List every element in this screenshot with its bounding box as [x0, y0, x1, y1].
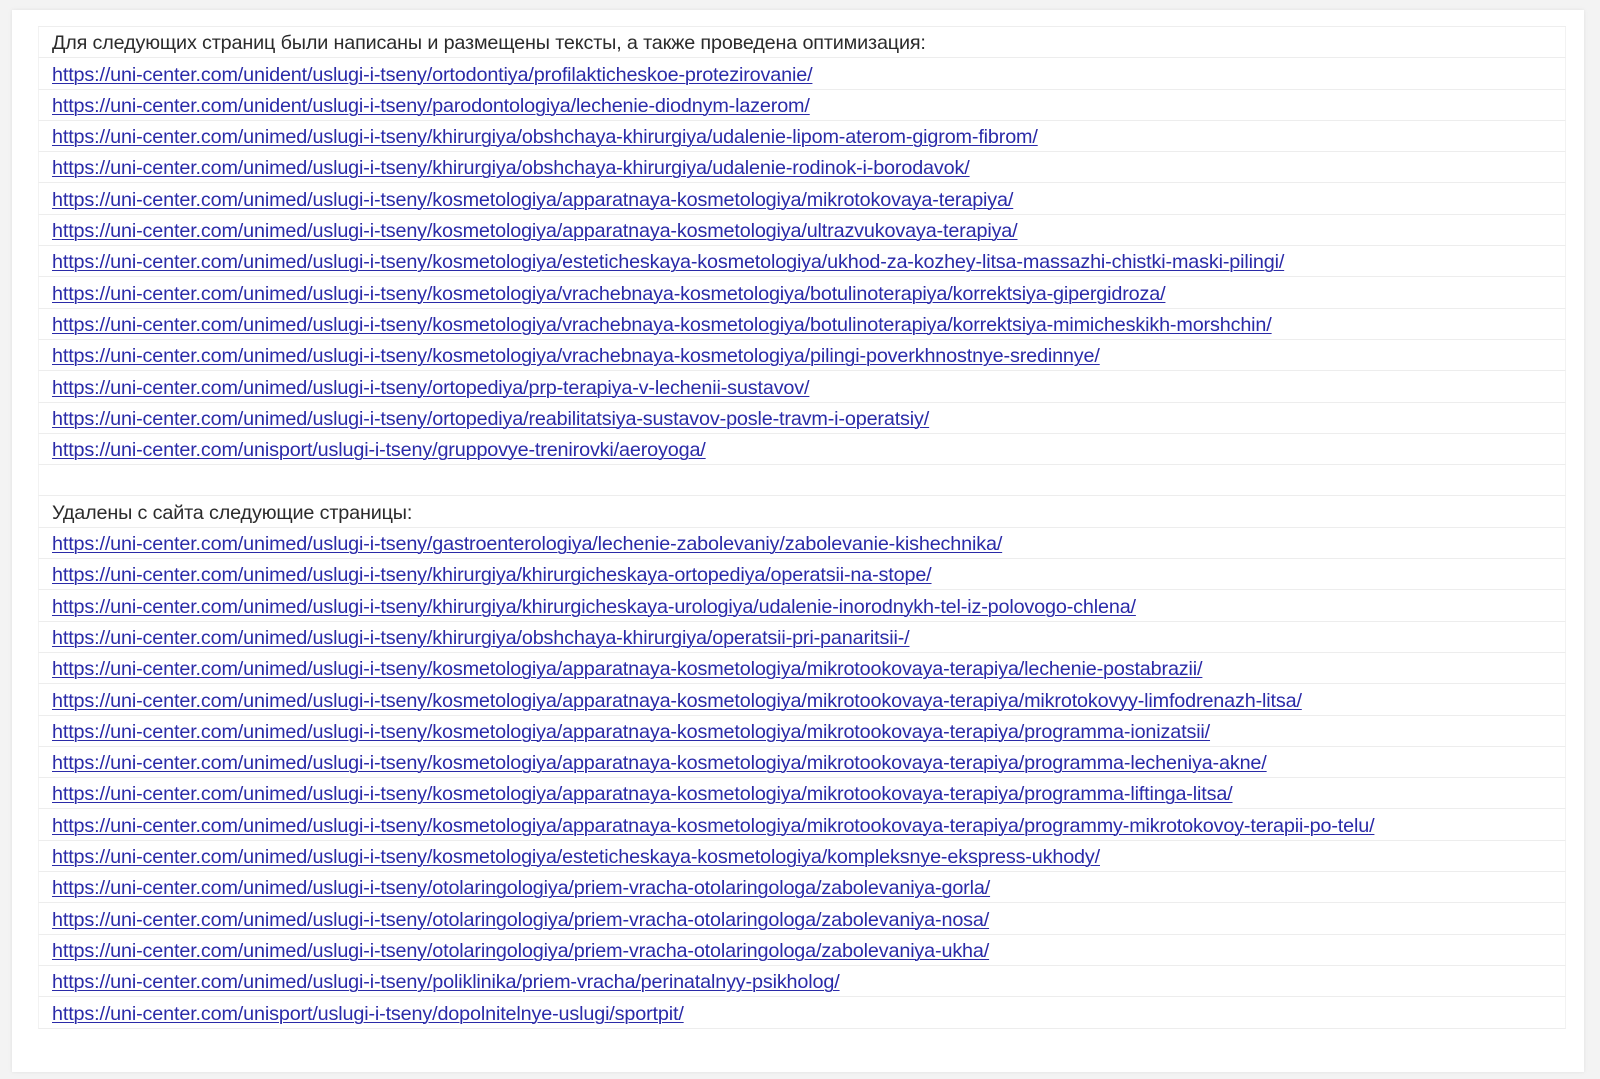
page-link[interactable]: https://uni-center.com/unimed/uslugi-i-t… — [52, 908, 989, 932]
page-link[interactable]: https://uni-center.com/unimed/uslugi-i-t… — [52, 657, 1203, 681]
page-link[interactable]: https://uni-center.com/unimed/uslugi-i-t… — [52, 282, 1166, 306]
page-link[interactable]: https://uni-center.com/unimed/uslugi-i-t… — [52, 563, 932, 587]
list-item: https://uni-center.com/unimed/uslugi-i-t… — [38, 339, 1566, 372]
optimized-links-list: https://uni-center.com/unident/uslugi-i-… — [38, 58, 1566, 466]
page-link[interactable]: https://uni-center.com/unimed/uslugi-i-t… — [52, 219, 1018, 243]
page-link[interactable]: https://uni-center.com/unimed/uslugi-i-t… — [52, 939, 989, 963]
list-item: https://uni-center.com/unimed/uslugi-i-t… — [38, 903, 1566, 935]
page-link[interactable]: https://uni-center.com/unimed/uslugi-i-t… — [52, 344, 1100, 368]
page-link[interactable]: https://uni-center.com/unident/uslugi-i-… — [52, 94, 810, 118]
page-link[interactable]: https://uni-center.com/unimed/uslugi-i-t… — [52, 689, 1302, 713]
section-heading-removed: Удалены с сайта следующие страницы: — [38, 496, 1566, 528]
list-item: https://uni-center.com/unimed/uslugi-i-t… — [38, 246, 1566, 278]
list-item: https://uni-center.com/unimed/uslugi-i-t… — [38, 872, 1566, 904]
page-link[interactable]: https://uni-center.com/unimed/uslugi-i-t… — [52, 876, 990, 900]
list-item: https://uni-center.com/unimed/uslugi-i-t… — [38, 402, 1566, 434]
page-link[interactable]: https://uni-center.com/unimed/uslugi-i-t… — [52, 720, 1210, 744]
blank-row — [38, 465, 1566, 497]
page-link[interactable]: https://uni-center.com/unident/uslugi-i-… — [52, 63, 813, 87]
page-link[interactable]: https://uni-center.com/unimed/uslugi-i-t… — [52, 751, 1267, 775]
list-item: https://uni-center.com/unimed/uslugi-i-t… — [38, 308, 1566, 340]
list-item: https://uni-center.com/unisport/uslugi-i… — [38, 997, 1566, 1029]
page-link[interactable]: https://uni-center.com/unimed/uslugi-i-t… — [52, 626, 910, 650]
page-link[interactable]: https://uni-center.com/unimed/uslugi-i-t… — [52, 595, 1136, 619]
page-link[interactable]: https://uni-center.com/unimed/uslugi-i-t… — [52, 782, 1233, 806]
page-link[interactable]: https://uni-center.com/unimed/uslugi-i-t… — [52, 814, 1375, 838]
page-link[interactable]: https://uni-center.com/unimed/uslugi-i-t… — [52, 156, 970, 180]
page-link[interactable]: https://uni-center.com/unimed/uslugi-i-t… — [52, 125, 1038, 149]
list-item: https://uni-center.com/unimed/uslugi-i-t… — [38, 840, 1566, 873]
list-item: https://uni-center.com/unisport/uslugi-i… — [38, 433, 1566, 466]
page-link[interactable]: https://uni-center.com/unisport/uslugi-i… — [52, 438, 706, 462]
removed-links-list: https://uni-center.com/unimed/uslugi-i-t… — [38, 527, 1566, 1029]
list-item: https://uni-center.com/unident/uslugi-i-… — [38, 89, 1566, 121]
list-item: https://uni-center.com/unimed/uslugi-i-t… — [38, 934, 1566, 966]
list-item: https://uni-center.com/unimed/uslugi-i-t… — [38, 559, 1566, 591]
list-item: https://uni-center.com/unimed/uslugi-i-t… — [38, 527, 1566, 560]
list-item: https://uni-center.com/unimed/uslugi-i-t… — [38, 715, 1566, 747]
list-item: https://uni-center.com/unimed/uslugi-i-t… — [38, 965, 1566, 998]
list-item: https://uni-center.com/unimed/uslugi-i-t… — [38, 621, 1566, 653]
page-link[interactable]: https://uni-center.com/unimed/uslugi-i-t… — [52, 845, 1100, 869]
list-item: https://uni-center.com/unimed/uslugi-i-t… — [38, 214, 1566, 247]
page-link[interactable]: https://uni-center.com/unisport/uslugi-i… — [52, 1002, 684, 1026]
list-item: https://uni-center.com/unimed/uslugi-i-t… — [38, 746, 1566, 779]
list-item: https://uni-center.com/unimed/uslugi-i-t… — [38, 778, 1566, 810]
list-item: https://uni-center.com/unimed/uslugi-i-t… — [38, 684, 1566, 716]
link-table: Для следующих страниц были написаны и ра… — [38, 26, 1566, 1029]
section-heading-optimized: Для следующих страниц были написаны и ра… — [38, 27, 1566, 59]
list-item: https://uni-center.com/unimed/uslugi-i-t… — [38, 277, 1566, 309]
list-item: https://uni-center.com/unimed/uslugi-i-t… — [38, 183, 1566, 215]
list-item: https://uni-center.com/unimed/uslugi-i-t… — [38, 152, 1566, 184]
document-sheet: Для следующих страниц были написаны и ра… — [12, 10, 1584, 1072]
page-link[interactable]: https://uni-center.com/unimed/uslugi-i-t… — [52, 313, 1272, 337]
list-item: https://uni-center.com/unident/uslugi-i-… — [38, 58, 1566, 90]
list-item: https://uni-center.com/unimed/uslugi-i-t… — [38, 590, 1566, 622]
list-item: https://uni-center.com/unimed/uslugi-i-t… — [38, 120, 1566, 153]
list-item: https://uni-center.com/unimed/uslugi-i-t… — [38, 371, 1566, 403]
page-link[interactable]: https://uni-center.com/unimed/uslugi-i-t… — [52, 532, 1002, 556]
page-link[interactable]: https://uni-center.com/unimed/uslugi-i-t… — [52, 188, 1013, 212]
page-link[interactable]: https://uni-center.com/unimed/uslugi-i-t… — [52, 376, 810, 400]
list-item: https://uni-center.com/unimed/uslugi-i-t… — [38, 809, 1566, 841]
page-link[interactable]: https://uni-center.com/unimed/uslugi-i-t… — [52, 970, 840, 994]
page-link[interactable]: https://uni-center.com/unimed/uslugi-i-t… — [52, 250, 1284, 274]
list-item: https://uni-center.com/unimed/uslugi-i-t… — [38, 652, 1566, 685]
page-link[interactable]: https://uni-center.com/unimed/uslugi-i-t… — [52, 407, 929, 431]
